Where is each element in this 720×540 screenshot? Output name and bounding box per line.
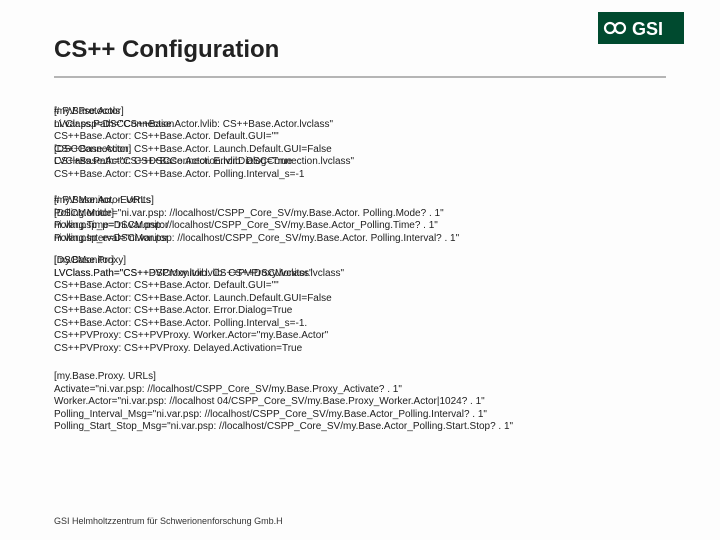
title-divider — [54, 76, 666, 78]
slide: GSI CS++ Configuration [my.Base.Actor] L… — [0, 0, 720, 540]
proxy-front-text: [DSCMonitor] LVClass.Path="CS++DSCMonito… — [54, 255, 344, 280]
svg-text:GSI: GSI — [632, 19, 663, 39]
gsi-logo: GSI — [598, 12, 684, 44]
block-proxy-urls: [my.Base.Proxy. URLs] Activate="ni.var.p… — [54, 371, 666, 434]
urls-front-text: # PV-Monitor, -Events [DSCMonitor] ni.va… — [54, 195, 168, 245]
block-proxy: [my.Base.Proxy] LVClass.Path="CS++PVProx… — [54, 255, 666, 355]
slide-title: CS++ Configuration — [54, 36, 279, 64]
base-actor-front-text: # PV-Protocols ni.var.psp=DSCConnection … — [54, 106, 354, 169]
block-base-actor: [my.Base.Actor] LVClass.Path="CS++Base.A… — [54, 106, 666, 181]
slide-body: [my.Base.Actor] LVClass.Path="CS++Base.A… — [54, 106, 666, 444]
block-urls: [my.Base.Actor. URLs] Polling.Mode="ni.v… — [54, 195, 666, 245]
footer-text: GSI Helmholtzzentrum für Schwerionenfors… — [54, 516, 283, 526]
proxy-urls-text: [my.Base.Proxy. URLs] Activate="ni.var.p… — [54, 371, 666, 434]
gsi-logo-svg: GSI — [598, 12, 684, 44]
